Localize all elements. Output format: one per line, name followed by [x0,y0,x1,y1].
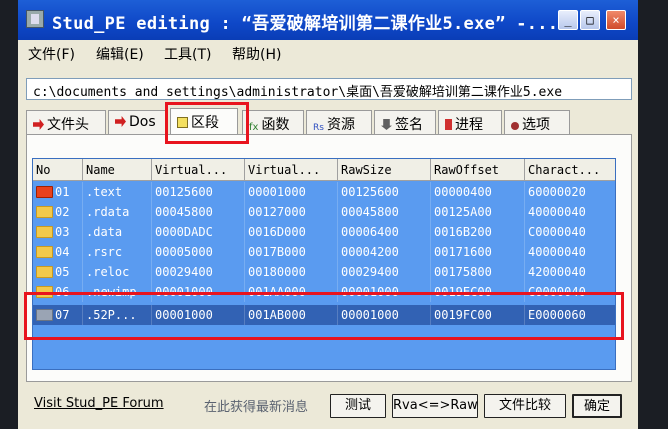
process-icon [445,119,452,130]
table-row[interactable]: 01 .text 00125600 00001000 00125600 0000… [33,182,615,202]
maximize-button[interactable]: □ [580,10,600,30]
tab-label: 进程 [455,117,483,133]
cell-virtual-size: 00125600 [152,182,245,202]
rva-raw-button[interactable]: Rva<=>Raw [392,394,478,418]
window-title: Stud_PE editing : “吾爱破解培训第二课作业5.exe” -..… [52,14,559,34]
cell-raw-size: 00006400 [338,222,431,242]
cell-no: 04 [33,242,83,262]
cell-virtual-size: 00029400 [152,262,245,282]
entry-point-icon [36,186,53,198]
rs-icon: Rs [313,123,324,133]
column-header-name[interactable]: Name [83,159,152,181]
menu-file[interactable]: 文件(F) [28,44,75,64]
signature-icon [381,119,392,130]
cell-no: 01 [33,182,83,202]
menu-bar: 文件(F) 编辑(E) 工具(T) 帮助(H) [18,40,638,64]
table-row[interactable]: 05 .reloc 00029400 00180000 00029400 001… [33,262,615,282]
tab-label: 选项 [522,117,550,133]
red-arrow-icon [33,119,44,130]
table-header: No Name Virtual... Virtual... RawSize Ra… [33,159,615,181]
red-arrow-icon [115,116,126,127]
tab-file-header[interactable]: 文件头 [26,110,106,134]
app-icon [26,10,44,28]
cell-raw-offset: 00171600 [431,242,525,262]
cell-characteristics: C0000040 [525,222,615,242]
cell-name: .rsrc [83,242,152,262]
ok-button[interactable]: 确定 [572,394,622,418]
menu-help[interactable]: 帮助(H) [232,44,281,64]
cell-virtual-address: 00127000 [245,202,338,222]
cell-no: 05 [33,262,83,282]
menu-tools[interactable]: 工具(T) [164,44,211,64]
column-header-characteristics[interactable]: Charact... [525,159,615,181]
cell-characteristics: 40000040 [525,242,615,262]
cell-virtual-size: 0000DADC [152,222,245,242]
file-compare-button[interactable]: 文件比较 [484,394,566,418]
tab-label: 签名 [395,117,423,133]
cell-no: 03 [33,222,83,242]
column-header-raw-offset[interactable]: RawOffset [431,159,525,181]
minimize-button[interactable]: _ [558,10,578,30]
cell-virtual-address: 00001000 [245,182,338,202]
tab-resources[interactable]: Rs 资源 [306,110,372,134]
title-bar[interactable]: Stud_PE editing : “吾爱破解培训第二课作业5.exe” -..… [18,0,638,40]
cell-virtual-size: 00005000 [152,242,245,262]
cell-raw-size: 00045800 [338,202,431,222]
cell-raw-size: 00029400 [338,262,431,282]
tab-process[interactable]: 进程 [438,110,502,134]
test-button[interactable]: 测试 [330,394,386,418]
cell-raw-offset: 0016B200 [431,222,525,242]
cell-raw-size: 00125600 [338,182,431,202]
cell-virtual-address: 0016D000 [245,222,338,242]
tab-options[interactable]: 选项 [504,110,570,134]
folder-icon [36,266,53,278]
cell-name: .reloc [83,262,152,282]
column-header-no[interactable]: No [33,159,83,181]
table-row[interactable]: 04 .rsrc 00005000 0017B000 00004200 0017… [33,242,615,262]
cell-raw-offset: 00175800 [431,262,525,282]
cell-virtual-address: 0017B000 [245,242,338,262]
status-text: 在此获得最新消息 [204,400,309,415]
menu-edit[interactable]: 编辑(E) [96,44,144,64]
close-button[interactable]: × [606,10,626,30]
cell-raw-offset: 00125A00 [431,202,525,222]
tab-label: 资源 [326,117,355,133]
tab-label: 函数 [261,117,290,133]
cell-name: .rdata [83,202,152,222]
options-icon [511,122,519,130]
highlight-box-selected-row [24,292,624,340]
column-header-virtual-address[interactable]: Virtual... [245,159,338,181]
cell-no: 02 [33,202,83,222]
folder-icon [36,246,53,258]
folder-icon [36,206,53,218]
cell-characteristics: 60000020 [525,182,615,202]
cell-raw-offset: 00000400 [431,182,525,202]
tab-label: 文件头 [47,117,89,133]
tab-strip: 文件头 Dos 区段 fx 函数 Rs 资源 签名 进程 选项 [18,108,638,136]
highlight-box-sections-tab [165,102,249,144]
column-header-virtual-size[interactable]: Virtual... [152,159,245,181]
table-row[interactable]: 02 .rdata 00045800 00127000 00045800 001… [33,202,615,222]
tab-dos[interactable]: Dos [108,110,168,134]
tab-label: Dos [129,114,156,130]
cell-virtual-size: 00045800 [152,202,245,222]
footer-bar: Visit Stud_PE Forum 在此获得最新消息 测试 Rva<=>Ra… [18,392,638,422]
tab-signature[interactable]: 签名 [374,110,436,134]
cell-name: .text [83,182,152,202]
tab-functions[interactable]: fx 函数 [242,110,304,134]
fx-icon: fx [249,122,259,133]
column-header-raw-size[interactable]: RawSize [338,159,431,181]
table-row[interactable]: 03 .data 0000DADC 0016D000 00006400 0016… [33,222,615,242]
file-path-field[interactable]: c:\documents and settings\administrator\… [26,78,632,100]
cell-name: .data [83,222,152,242]
cell-characteristics: 40000040 [525,202,615,222]
folder-icon [36,226,53,238]
stud-pe-window: Stud_PE editing : “吾爱破解培训第二课作业5.exe” -..… [18,0,638,429]
forum-link[interactable]: Visit Stud_PE Forum [34,396,164,411]
cell-virtual-address: 00180000 [245,262,338,282]
cell-raw-size: 00004200 [338,242,431,262]
cell-characteristics: 42000040 [525,262,615,282]
